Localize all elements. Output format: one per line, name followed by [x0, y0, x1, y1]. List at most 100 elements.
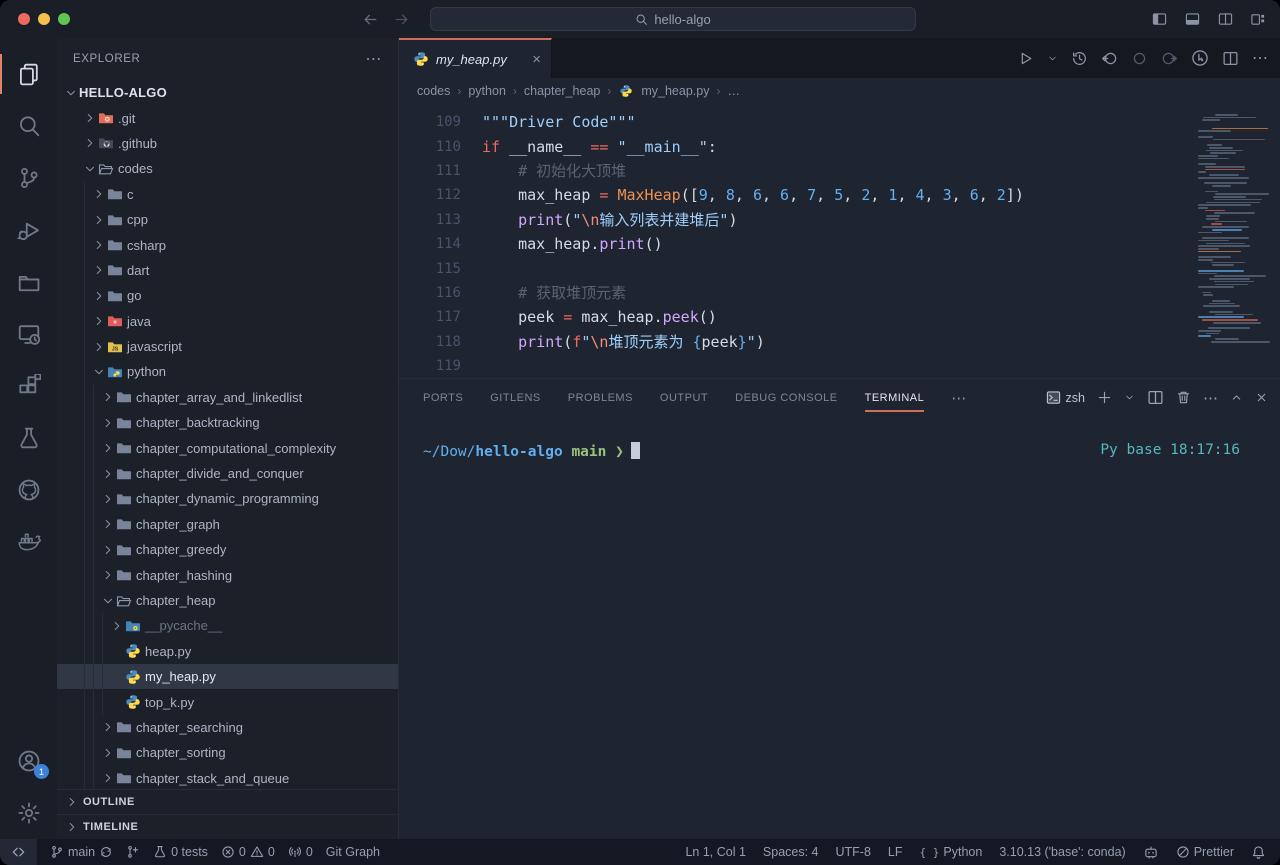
tree-item-chapter-heap[interactable]: chapter_heap [57, 588, 398, 613]
activity-accounts-icon[interactable]: 1 [0, 735, 57, 787]
gitlens-back-icon[interactable] [1101, 50, 1118, 67]
gitlens-forward-icon[interactable] [1161, 50, 1178, 67]
close-tab-icon[interactable]: × [532, 51, 541, 68]
tree-item-git[interactable]: .git [57, 105, 398, 130]
tree-item-codes[interactable]: codes [57, 156, 398, 181]
panel-tab-problems[interactable]: PROBLEMS [568, 392, 633, 404]
code-line[interactable]: 115 [399, 256, 1280, 280]
formatter-status[interactable]: Prettier [1176, 845, 1234, 859]
tree-item-python[interactable]: python [57, 359, 398, 384]
explorer-more-actions-icon[interactable]: ⋯ [365, 49, 382, 69]
terminal-shell-selector[interactable]: zsh [1046, 390, 1085, 405]
tree-item-chapter-graph[interactable]: chapter_graph [57, 512, 398, 537]
code-line[interactable]: 118 print(f"\n堆顶元素为 {peek}") [399, 330, 1280, 354]
tree-item-chapter-greedy[interactable]: chapter_greedy [57, 537, 398, 562]
activity-remote-explorer-icon[interactable] [0, 308, 57, 360]
minimize-window-button[interactable] [38, 13, 50, 25]
tree-item-my-heap-py[interactable]: my_heap.py [57, 664, 398, 689]
gitlens-compare-icon[interactable] [1131, 50, 1148, 67]
breadcrumb-item[interactable]: … [727, 84, 740, 98]
panel-tab-output[interactable]: OUTPUT [660, 392, 708, 404]
tree-item-csharp[interactable]: csharp [57, 232, 398, 257]
panel-tab-ports[interactable]: PORTS [423, 392, 463, 404]
tree-item-chapter-computational-complexity[interactable]: chapter_computational_complexity [57, 435, 398, 460]
tree-item-c[interactable]: c [57, 182, 398, 207]
breadcrumb-item[interactable]: chapter_heap [524, 84, 600, 98]
code-line[interactable]: 117 peek = max_heap.peek() [399, 305, 1280, 329]
code-line[interactable]: 113 print("\n输入列表并建堆后") [399, 208, 1280, 232]
tree-item-chapter-array-and-linkedlist[interactable]: chapter_array_and_linkedlist [57, 385, 398, 410]
tree-item-chapter-stack-and-queue[interactable]: chapter_stack_and_queue [57, 766, 398, 789]
cursor-position[interactable]: Ln 1, Col 1 [685, 845, 745, 859]
problems-status[interactable]: 0 0 [221, 845, 275, 859]
editor-more-actions-icon[interactable]: ⋯ [1252, 48, 1268, 68]
kill-terminal-icon[interactable] [1176, 390, 1191, 405]
code-line[interactable]: 112 max_heap = MaxHeap([9, 8, 6, 6, 7, 5… [399, 183, 1280, 207]
tree-item-go[interactable]: go [57, 283, 398, 308]
activity-run-debug-icon[interactable] [0, 204, 57, 256]
code-line[interactable]: 116 # 获取堆顶元素 [399, 281, 1280, 305]
activity-project-folder-icon[interactable] [0, 256, 57, 308]
minimap[interactable] [1196, 114, 1272, 352]
toggle-sidebar-icon[interactable] [1151, 12, 1168, 27]
run-dropdown-icon[interactable] [1047, 53, 1058, 64]
outline-section[interactable]: OUTLINE [57, 789, 398, 814]
panel-tab-gitlens[interactable]: GITLENS [490, 392, 541, 404]
customize-layout-icon[interactable] [1250, 12, 1266, 27]
navigate-forward-icon[interactable] [393, 11, 410, 28]
breadcrumb-item[interactable]: my_heap.py [641, 84, 709, 98]
tab-my-heap[interactable]: my_heap.py × [399, 38, 552, 78]
zoom-window-button[interactable] [58, 13, 70, 25]
tree-item-github[interactable]: .github [57, 131, 398, 156]
python-interpreter[interactable]: 3.10.13 ('base': conda) [999, 845, 1125, 859]
split-editor-icon[interactable] [1222, 50, 1239, 67]
remote-indicator[interactable] [0, 839, 37, 865]
timeline-section[interactable]: TIMELINE [57, 814, 398, 839]
activity-source-control-icon[interactable] [0, 152, 57, 204]
tree-item-cpp[interactable]: cpp [57, 207, 398, 232]
activity-explorer-icon[interactable] [0, 48, 57, 100]
new-terminal-icon[interactable] [1097, 390, 1112, 405]
tree-item-top-k-py[interactable]: top_k.py [57, 689, 398, 714]
encoding[interactable]: UTF-8 [836, 845, 871, 859]
run-python-file-icon[interactable] [1017, 50, 1034, 67]
tree-item-chapter-sorting[interactable]: chapter_sorting [57, 740, 398, 765]
maximize-panel-icon[interactable] [1230, 391, 1243, 404]
gitlens-branch-status[interactable] [126, 845, 140, 859]
tests-status[interactable]: 0 tests [153, 845, 208, 859]
panel-more-tabs-icon[interactable]: ⋯ [951, 389, 966, 407]
activity-github-icon[interactable] [0, 464, 57, 516]
file-history-icon[interactable] [1071, 50, 1088, 67]
panel-tab-terminal[interactable]: TERMINAL [865, 392, 925, 404]
toggle-panel-icon[interactable] [1184, 12, 1201, 27]
indentation[interactable]: Spaces: 4 [763, 845, 819, 859]
code-line[interactable]: 110if __name__ == "__main__": [399, 134, 1280, 158]
tree-item-pycache[interactable]: __pycache__ [57, 613, 398, 638]
tree-item-javascript[interactable]: JSjavascript [57, 334, 398, 359]
navigate-back-icon[interactable] [362, 11, 379, 28]
code-line[interactable]: 111 # 初始化大顶堆 [399, 159, 1280, 183]
toggle-secondary-sidebar-icon[interactable] [1217, 12, 1234, 27]
git-graph-button[interactable]: Git Graph [326, 845, 380, 859]
branch-status[interactable]: main [50, 845, 113, 859]
activity-search-icon[interactable] [0, 100, 57, 152]
activity-testing-icon[interactable] [0, 412, 57, 464]
panel-more-actions-icon[interactable]: ⋯ [1203, 389, 1218, 407]
breadcrumb-item[interactable]: codes [417, 84, 450, 98]
tree-item-dart[interactable]: dart [57, 258, 398, 283]
activity-settings-icon[interactable] [0, 787, 57, 839]
code-line[interactable]: 114 max_heap.print() [399, 232, 1280, 256]
language-mode[interactable]: { } Python [920, 845, 983, 859]
split-terminal-icon[interactable] [1147, 389, 1164, 406]
close-window-button[interactable] [18, 13, 30, 25]
tree-item-heap-py[interactable]: heap.py [57, 639, 398, 664]
command-center-search[interactable]: hello-algo [430, 7, 916, 31]
code-line[interactable]: 109"""Driver Code""" [399, 110, 1280, 134]
terminal-dropdown-icon[interactable] [1124, 392, 1135, 403]
activity-extensions-icon[interactable] [0, 360, 57, 412]
breadcrumb-item[interactable]: python [468, 84, 506, 98]
tree-item-java[interactable]: java [57, 309, 398, 334]
eol-sequence[interactable]: LF [888, 845, 903, 859]
terminal[interactable]: ~/Dow/hello-algo main ❯ Py base 18:17:16 [399, 416, 1280, 839]
notifications-bell-icon[interactable] [1251, 845, 1266, 860]
